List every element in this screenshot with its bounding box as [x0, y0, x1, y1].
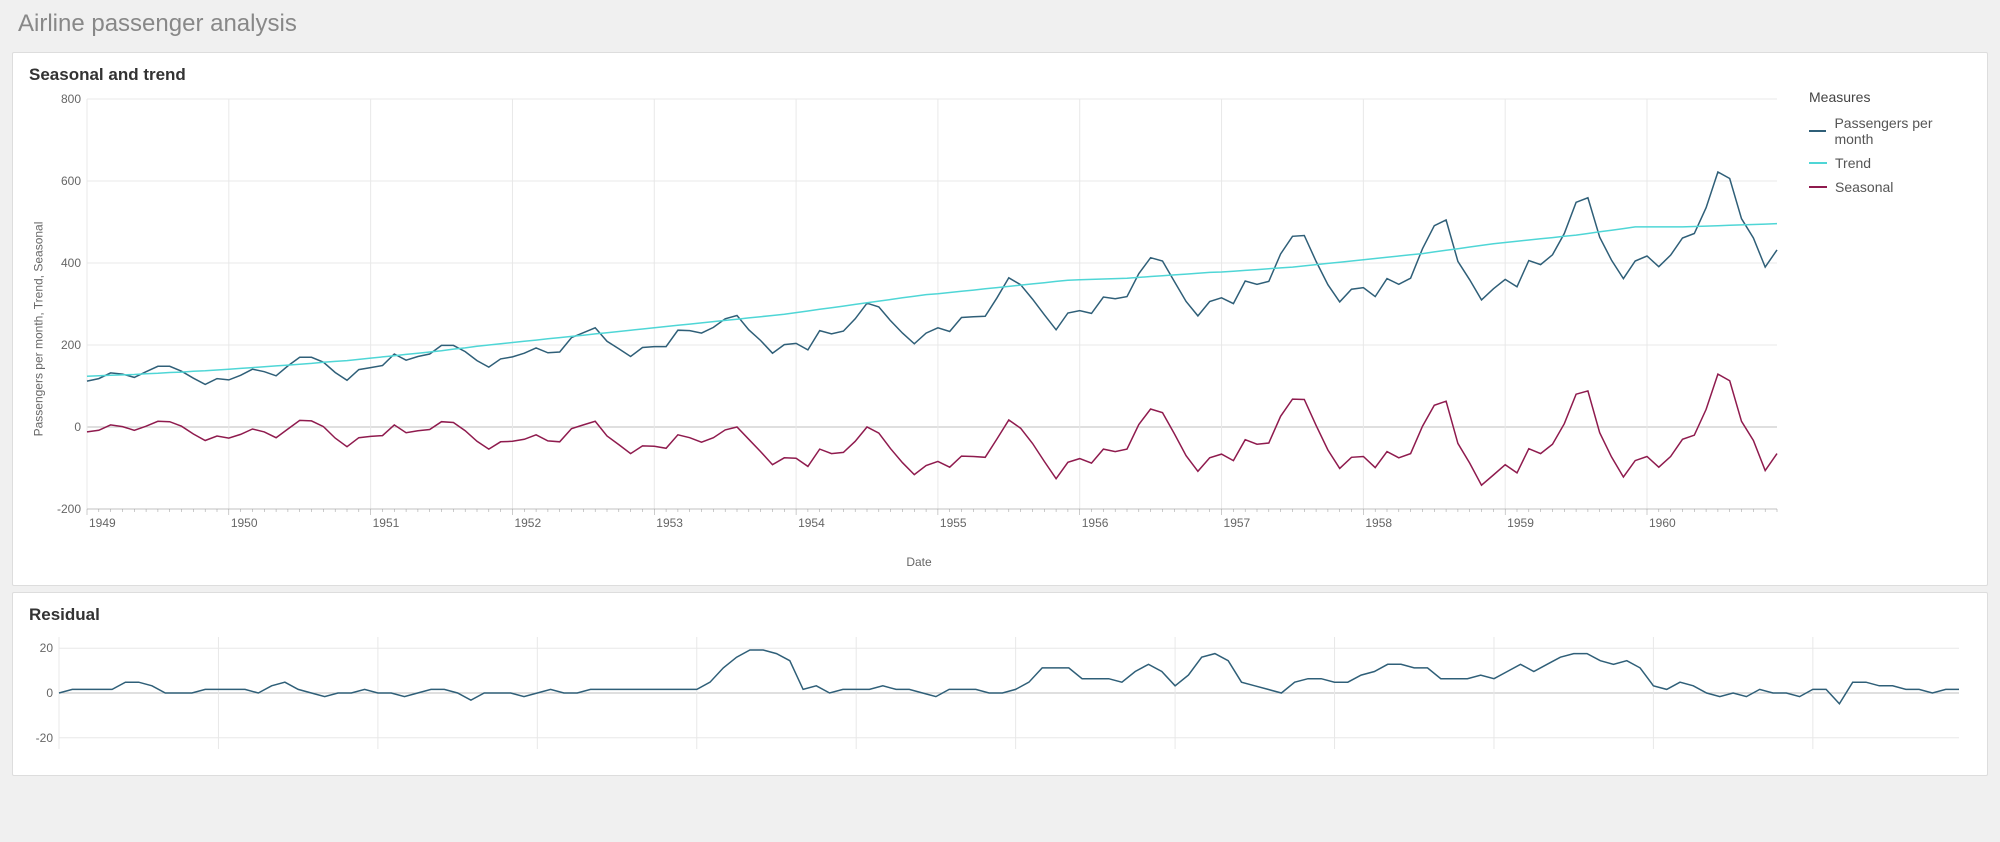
svg-text:20: 20: [40, 641, 54, 655]
svg-text:1960: 1960: [1649, 516, 1676, 530]
svg-text:1959: 1959: [1507, 516, 1534, 530]
legend-item-seasonal[interactable]: Seasonal: [1809, 179, 1971, 195]
residual-title: Residual: [29, 605, 1971, 625]
residual-plot[interactable]: -20 0 20: [29, 629, 1969, 759]
svg-text:400: 400: [61, 256, 81, 270]
legend-item-passengers[interactable]: Passengers per month: [1809, 115, 1971, 147]
svg-text:0: 0: [74, 420, 81, 434]
svg-text:1957: 1957: [1224, 516, 1251, 530]
residual-card: Residual -20 0 20: [12, 592, 1988, 776]
svg-text:1952: 1952: [514, 516, 541, 530]
x-axis-label: Date: [47, 555, 1791, 569]
legend-item-trend[interactable]: Trend: [1809, 155, 1971, 171]
legend-label: Trend: [1835, 155, 1871, 171]
svg-text:1954: 1954: [798, 516, 825, 530]
svg-text:-200: -200: [57, 502, 81, 516]
svg-text:1958: 1958: [1365, 516, 1392, 530]
svg-text:0: 0: [46, 686, 53, 700]
svg-text:200: 200: [61, 338, 81, 352]
legend-label: Seasonal: [1835, 179, 1893, 195]
svg-text:1950: 1950: [231, 516, 258, 530]
seasonal-trend-card: Seasonal and trend Passengers per month,…: [12, 52, 1988, 586]
svg-text:-20: -20: [36, 731, 54, 745]
legend: Measures Passengers per month Trend Seas…: [1791, 89, 1971, 569]
svg-text:800: 800: [61, 92, 81, 106]
svg-text:1955: 1955: [940, 516, 967, 530]
svg-text:1949: 1949: [89, 516, 116, 530]
legend-title: Measures: [1809, 89, 1971, 105]
svg-text:1951: 1951: [373, 516, 400, 530]
seasonal-trend-plot[interactable]: -200 0 200 400 600 800 1949 1950 1951 1952 1953 195…: [47, 89, 1787, 549]
svg-text:600: 600: [61, 174, 81, 188]
seasonal-trend-title: Seasonal and trend: [29, 65, 1971, 85]
y-axis-label: Passengers per month, Trend, Seasonal: [31, 222, 45, 437]
page-title: Airline passenger analysis: [0, 0, 2000, 46]
legend-label: Passengers per month: [1834, 115, 1971, 147]
svg-text:1953: 1953: [656, 516, 683, 530]
svg-text:1956: 1956: [1082, 516, 1109, 530]
